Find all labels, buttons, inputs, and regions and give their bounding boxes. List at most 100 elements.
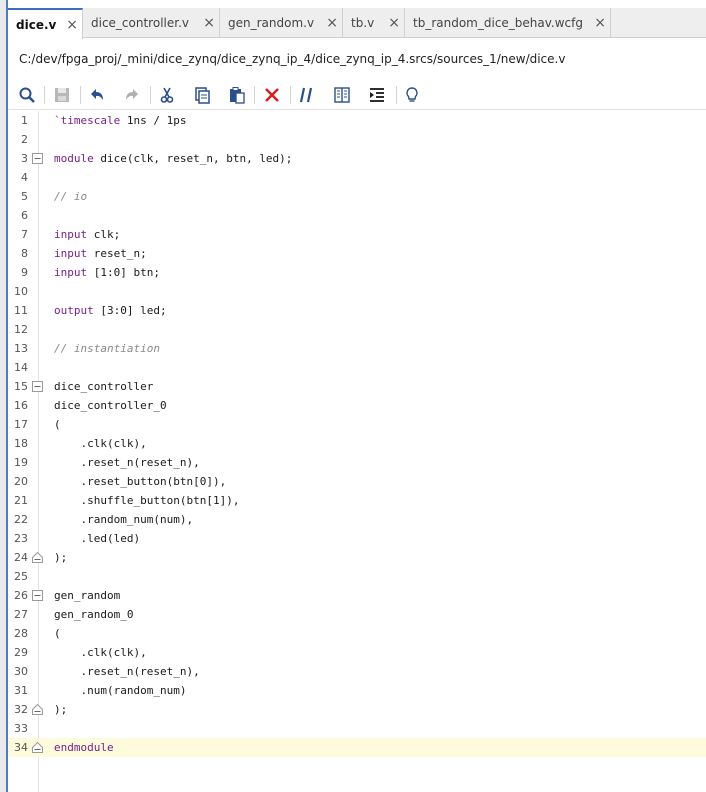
fold-collapse-icon[interactable] <box>32 153 43 164</box>
code-line[interactable]: 31 .num(random_num) <box>8 681 706 700</box>
code-line[interactable]: 25 <box>8 567 706 586</box>
code-text: .reset_button(btn[0]), <box>80 475 227 488</box>
close-icon[interactable]: × <box>203 16 215 30</box>
tab-tb-v[interactable]: tb.v × <box>343 8 405 38</box>
close-icon[interactable]: × <box>388 16 400 30</box>
fold-end-icon <box>32 742 43 753</box>
code-text: // instantiation <box>54 339 160 358</box>
copy-icon[interactable] <box>191 84 213 106</box>
code-text: endmodule <box>54 738 114 757</box>
cut-icon[interactable] <box>156 84 178 106</box>
fold-end-icon <box>32 704 43 715</box>
lightbulb-icon[interactable] <box>401 84 423 106</box>
tab-label: tb.v <box>351 16 375 30</box>
line-number: 25 <box>14 570 28 583</box>
code-line[interactable]: 18 .clk(clk), <box>8 434 706 453</box>
code-line[interactable]: 7 input clk; <box>8 225 706 244</box>
close-icon[interactable]: × <box>594 16 606 30</box>
line-number: 20 <box>14 475 28 488</box>
code-line[interactable]: 23 .led(led) <box>8 529 706 548</box>
line-number: 11 <box>14 304 28 317</box>
line-number: 26 <box>14 589 28 602</box>
line-number: 7 <box>21 228 28 241</box>
line-number: 17 <box>14 418 28 431</box>
code-line[interactable]: 10 <box>8 282 706 301</box>
code-line[interactable]: 24); <box>8 548 706 567</box>
close-icon[interactable]: × <box>66 18 78 32</box>
tab-label: dice.v <box>16 17 57 32</box>
line-number: 29 <box>14 646 28 659</box>
delete-icon[interactable] <box>261 84 283 106</box>
code-text: .reset_n(reset_n), <box>80 456 200 469</box>
code-line[interactable]: 26 gen_random <box>8 586 706 605</box>
fold-collapse-icon[interactable] <box>32 590 43 601</box>
code-line[interactable]: 32); <box>8 700 706 719</box>
code-line[interactable]: 2 <box>8 130 706 149</box>
code-text: // io <box>54 187 87 206</box>
tab-dice-v[interactable]: dice.v × <box>8 8 83 39</box>
code-line[interactable]: 4 <box>8 168 706 187</box>
line-number: 12 <box>14 323 28 336</box>
line-number: 34 <box>14 741 28 754</box>
line-number: 18 <box>14 437 28 450</box>
code-line[interactable]: 3 module dice(clk, reset_n, btn, led); <box>8 149 706 168</box>
code-line[interactable]: 1 `timescale 1ns / 1ps <box>8 111 706 130</box>
code-line[interactable]: 34 endmodule <box>8 738 706 757</box>
code-line[interactable]: 16 dice_controller_0 <box>8 396 706 415</box>
paste-icon[interactable] <box>226 84 248 106</box>
line-number: 4 <box>21 171 28 184</box>
line-number: 32 <box>14 703 28 716</box>
code-text: input clk; <box>54 228 121 241</box>
code-text: `timescale 1ns / 1ps <box>54 114 187 127</box>
tab-tb-random-dice-behav-wcfg[interactable]: tb_random_dice_behav.wcfg × <box>405 8 611 38</box>
block-icon[interactable] <box>331 84 353 106</box>
redo-icon[interactable] <box>121 84 143 106</box>
code-line[interactable]: 22 .random_num(num), <box>8 510 706 529</box>
code-line[interactable]: 33 <box>8 719 706 738</box>
line-number: 33 <box>14 722 28 735</box>
code-line[interactable]: 13 // instantiation <box>8 339 706 358</box>
code-line[interactable]: 29 .clk(clk), <box>8 643 706 662</box>
code-line[interactable]: 28 ( <box>8 624 706 643</box>
editor-tab-bar: dice.v × dice_controller.v × gen_random.… <box>8 8 706 39</box>
code-text: .clk(clk), <box>80 437 147 450</box>
code-line[interactable]: 21 .shuffle_button(btn[1]), <box>8 491 706 510</box>
line-number: 8 <box>21 247 28 260</box>
code-line[interactable]: 20 .reset_button(btn[0]), <box>8 472 706 491</box>
code-line[interactable]: 9 input [1:0] btn; <box>8 263 706 282</box>
indent-icon[interactable] <box>366 84 388 106</box>
code-text: .clk(clk), <box>80 646 147 659</box>
tab-gen-random-v[interactable]: gen_random.v × <box>220 8 343 38</box>
line-number: 9 <box>21 266 28 279</box>
line-number: 14 <box>14 361 28 374</box>
close-icon[interactable]: × <box>326 16 338 30</box>
keyword: output <box>54 304 94 317</box>
code-editor[interactable]: 1 `timescale 1ns / 1ps 2 3 module dice(clk, … <box>8 111 706 792</box>
code-line[interactable]: 14 <box>8 358 706 377</box>
line-number: 6 <box>21 209 28 222</box>
code-line[interactable]: 30 .reset_n(reset_n), <box>8 662 706 681</box>
undo-icon[interactable] <box>86 84 108 106</box>
comment-icon[interactable] <box>296 84 318 106</box>
comment: // instantiation <box>54 342 160 355</box>
code-line[interactable]: 6 <box>8 206 706 225</box>
code-line[interactable]: 11 output [3:0] led; <box>8 301 706 320</box>
keyword: input <box>54 228 88 241</box>
code-text: gen_random <box>54 589 121 602</box>
save-icon[interactable] <box>51 84 73 106</box>
fold-collapse-icon[interactable] <box>32 381 43 392</box>
code-line[interactable]: 12 <box>8 320 706 339</box>
code-line[interactable]: 8 input reset_n; <box>8 244 706 263</box>
code-line[interactable]: 19 .reset_n(reset_n), <box>8 453 706 472</box>
tab-dice-controller-v[interactable]: dice_controller.v × <box>83 8 220 38</box>
code-line[interactable]: 17 ( <box>8 415 706 434</box>
line-number: 30 <box>14 665 28 678</box>
code-line[interactable]: 15 dice_controller <box>8 377 706 396</box>
code-line[interactable]: 5 // io <box>8 187 706 206</box>
code-line[interactable]: 27 gen_random_0 <box>8 605 706 624</box>
line-number: 5 <box>21 190 28 203</box>
code-text: .shuffle_button(btn[1]), <box>80 494 240 507</box>
search-icon[interactable] <box>16 84 38 106</box>
code-text: ( <box>54 418 61 431</box>
tab-label: gen_random.v <box>228 16 315 30</box>
